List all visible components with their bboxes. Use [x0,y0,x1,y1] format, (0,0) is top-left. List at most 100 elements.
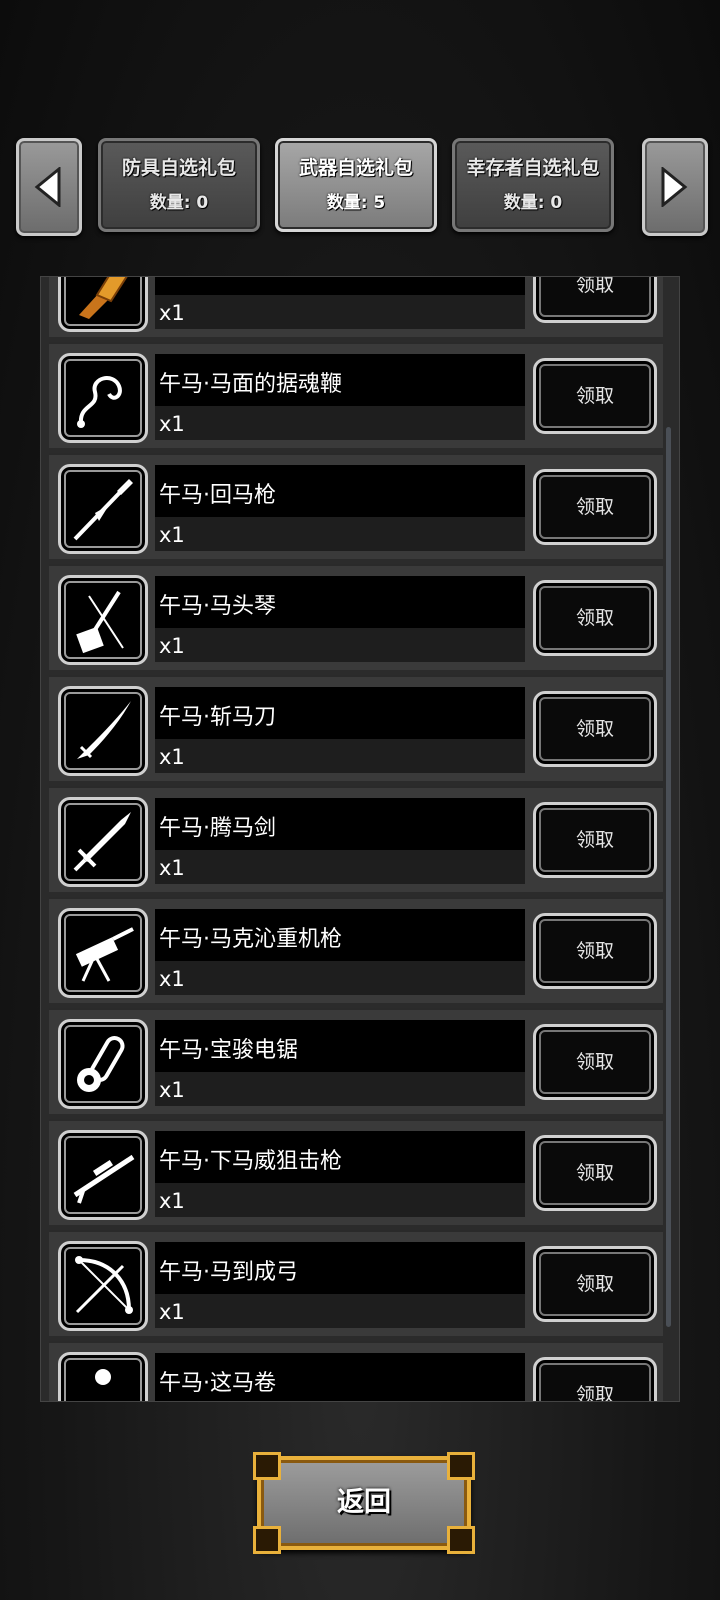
claim-button[interactable]: 领取 [533,1024,657,1100]
item-quantity: x1 [159,301,185,325]
item-quantity: x1 [159,745,185,769]
item-icon-frame [58,908,148,998]
item-icon-frame [58,277,148,332]
claim-label: 领取 [575,496,614,518]
reward-list[interactable]: x1 领取 午马·马面的据魂鞭 x1 领取 午马·回马枪 x1 领取 午马·马头… [40,276,680,1402]
item-name: 午马·马头琴 [159,594,276,619]
whip-icon [77,376,122,428]
ornament-corner [447,1526,475,1554]
item-name: 午马·腾马剑 [159,816,276,841]
list-item: 午马·马克沁重机枪 x1 领取 [49,897,663,1003]
item-name-bar: 午马·这马卷 [155,1353,525,1401]
item-name-bar [155,277,525,295]
back-label: 返回 [337,1487,391,1518]
tab-title: 防具自选礼包 [121,157,236,179]
ornament-corner [253,1526,281,1554]
saber-icon [77,701,131,759]
item-name-bar: 午马·下马威狙击枪 [155,1131,525,1183]
item-icon-frame [58,1019,148,1109]
claim-button[interactable]: 领取 [533,277,657,323]
claim-button[interactable]: 领取 [533,469,657,545]
item-name-bar: 午马·马克沁重机枪 [155,909,525,961]
item-icon-frame [58,686,148,776]
claim-button[interactable]: 领取 [533,1357,657,1402]
scrollbar[interactable] [666,427,671,1327]
item-name: 午马·马克沁重机枪 [159,927,342,952]
claim-label: 领取 [575,1051,614,1073]
list-item: 午马·这马卷 x1 领取 [49,1341,663,1402]
item-quantity-bar: x1 [155,1183,525,1217]
item-icon-frame [58,575,148,665]
sword-icon [73,812,131,872]
item-quantity-bar: x1 [155,517,525,551]
tab-armor-pack[interactable]: 防具自选礼包 数量: 0 [98,138,260,232]
item-name: 午马·斩马刀 [159,705,276,730]
item-name-bar: 午马·斩马刀 [155,687,525,739]
chevron-left-icon [34,167,61,207]
list-item: 午马·宝骏电锯 x1 领取 [49,1008,663,1114]
claim-button[interactable]: 领取 [533,1246,657,1322]
item-quantity-bar: x1 [155,739,525,773]
item-name-bar: 午马·宝骏电锯 [155,1020,525,1072]
item-quantity-bar: x1 [155,406,525,440]
item-icon-frame [58,464,148,554]
list-item: 午马·马头琴 x1 领取 [49,564,663,670]
item-quantity: x1 [159,412,185,436]
item-quantity-bar: x1 [155,295,525,329]
item-name-bar: 午马·回马枪 [155,465,525,517]
item-quantity-bar: x1 [155,1294,525,1328]
ornament-corner [447,1452,475,1480]
sniper-rifle-icon [73,1154,135,1204]
item-quantity: x1 [159,856,185,880]
weapon-icon [95,1369,111,1385]
item-quantity: x1 [159,967,185,991]
horsehead-fiddle-icon [76,590,124,654]
chevron-right-icon [661,167,688,207]
item-icon-frame [58,353,148,443]
item-quantity-bar: x1 [155,850,525,884]
claim-label: 领取 [575,829,614,851]
claim-button[interactable]: 领取 [533,1135,657,1211]
item-name-bar: 午马·马面的据魂鞭 [155,354,525,406]
item-name-bar: 午马·马头琴 [155,576,525,628]
claim-label: 领取 [575,940,614,962]
ornament-corner [253,1452,281,1480]
item-icon-frame [58,1130,148,1220]
tab-weapon-pack[interactable]: 武器自选礼包 数量: 5 [275,138,437,232]
claim-button[interactable]: 领取 [533,580,657,656]
prev-tab-button[interactable] [16,138,82,236]
claim-label: 领取 [575,1384,614,1402]
claim-button[interactable]: 领取 [533,358,657,434]
tab-count: 数量: 0 [149,193,209,213]
list-item: x1 领取 [49,277,663,337]
item-name: 午马·马到成弓 [159,1260,298,1285]
list-item: 午马·下马威狙击枪 x1 领取 [49,1119,663,1225]
list-item: 午马·马面的据魂鞭 x1 领取 [49,342,663,448]
claim-button[interactable]: 领取 [533,913,657,989]
item-icon-frame [58,1241,148,1331]
item-quantity: x1 [159,634,185,658]
tab-count: 数量: 5 [326,193,386,213]
item-quantity: x1 [159,1189,185,1213]
claim-label: 领取 [575,385,614,407]
item-name: 午马·宝骏电锯 [159,1038,298,1063]
spear-icon [73,479,133,541]
back-button[interactable]: 返回 [253,1452,475,1554]
item-icon-frame [58,797,148,887]
item-name-bar: 午马·马到成弓 [155,1242,525,1294]
item-name-bar: 午马·腾马剑 [155,798,525,850]
next-tab-button[interactable] [642,138,708,236]
item-icon-frame [58,1352,148,1401]
list-item: 午马·回马枪 x1 领取 [49,453,663,559]
list-item: 午马·斩马刀 x1 领取 [49,675,663,781]
item-quantity-bar: x1 [155,1072,525,1106]
list-item: 午马·马到成弓 x1 领取 [49,1230,663,1336]
claim-button[interactable]: 领取 [533,802,657,878]
tab-survivor-pack[interactable]: 幸存者自选礼包 数量: 0 [452,138,614,232]
item-name: 午马·下马威狙击枪 [159,1149,342,1174]
item-name: 午马·这马卷 [159,1371,276,1396]
item-quantity-bar: x1 [155,628,525,662]
tab-title: 武器自选礼包 [298,157,413,179]
claim-button[interactable]: 领取 [533,691,657,767]
tab-title: 幸存者自选礼包 [466,157,600,179]
